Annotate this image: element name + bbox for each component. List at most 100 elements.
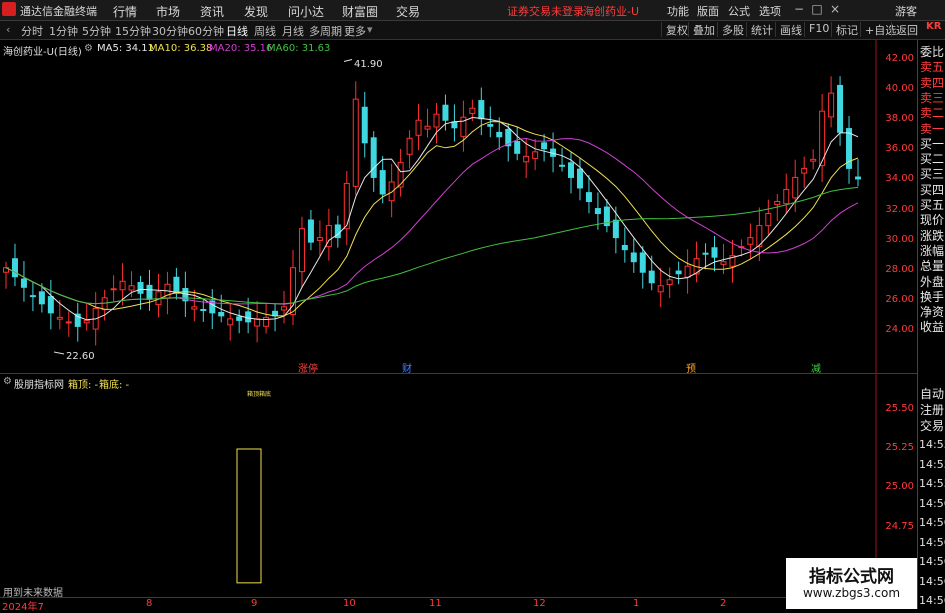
tool-adjust[interactable]: 复权	[661, 22, 688, 37]
candle-body	[810, 158, 817, 162]
tab-period-timeshare[interactable]: 分时	[21, 23, 43, 39]
tab-period-more[interactable]: 更多	[344, 23, 366, 39]
candle-body	[621, 244, 628, 251]
tool-stats[interactable]: 统计	[746, 22, 773, 37]
chart-title: 海创药业-U(日线)	[3, 47, 82, 58]
y-axis-tick: 30.00	[885, 233, 914, 245]
ma10-legend: MA10: 36.38	[149, 43, 213, 54]
candle-body	[469, 107, 476, 114]
dropdown-icon[interactable]: ▾	[367, 23, 373, 36]
tool-multi-stock[interactable]: 多股	[717, 22, 744, 37]
tab-period-monthly[interactable]: 月线	[282, 23, 304, 39]
tab-period-daily[interactable]: 日线	[226, 23, 248, 39]
y-axis-tick: 28.00	[885, 263, 914, 275]
menu-item-trade[interactable]: 交易	[396, 3, 420, 20]
candle-body	[675, 270, 682, 275]
x-axis-label: 9	[251, 598, 258, 609]
minimize-icon[interactable]: −	[792, 2, 806, 16]
toolbar-back-icon[interactable]: ‹	[6, 23, 10, 36]
guest-label[interactable]: 游客	[895, 3, 917, 19]
side-tab[interactable]: 交易	[920, 417, 945, 434]
menu-item-discover[interactable]: 发现	[244, 3, 268, 20]
close-icon[interactable]: ×	[828, 2, 842, 16]
candle-body	[765, 213, 772, 227]
candle-body	[496, 131, 503, 138]
candle-body	[281, 306, 288, 311]
candle-body	[56, 316, 63, 320]
candle-body	[612, 219, 619, 239]
indicator-settings-icon[interactable]: ⚙	[3, 376, 12, 387]
candle-body	[361, 106, 368, 144]
menu-item-formula[interactable]: 公式	[728, 3, 750, 19]
candle-body	[702, 252, 709, 255]
x-axis: 2024年7 8 9 10 11 12 1 2 3	[0, 597, 917, 613]
tab-period-60min[interactable]: 60分钟	[188, 23, 224, 39]
candle-body	[837, 84, 844, 133]
y-axis-tick: 25.50	[885, 402, 914, 414]
price-chart[interactable]	[0, 40, 917, 373]
tab-period-15min[interactable]: 15分钟	[115, 23, 151, 39]
x-axis-label: 8	[146, 598, 153, 609]
tab-period-30min[interactable]: 30分钟	[152, 23, 188, 39]
candle-body	[191, 306, 198, 310]
menu-item-options[interactable]: 选项	[759, 3, 781, 19]
candle-body	[415, 119, 422, 136]
tab-period-1min[interactable]: 1分钟	[49, 23, 78, 39]
tool-overlay[interactable]: 叠加	[688, 22, 715, 37]
main-chart-panel[interactable]: 海创药业-U(日线) ⚙ MA5: 34.11 MA10: 36.38 MA20…	[0, 40, 917, 375]
candle-body	[442, 104, 449, 121]
candle-body	[83, 319, 90, 324]
candle-body	[792, 176, 799, 199]
candle-body	[20, 278, 27, 288]
candle-body	[451, 121, 458, 129]
sub-indicator-panel[interactable]: ⚙ 股朋指标网 箱顶: - 箱底: - 箱顶箱底 用到未来数据 25.50 25.…	[0, 374, 917, 599]
candle-body	[747, 237, 754, 245]
indicator-chart[interactable]	[0, 374, 917, 597]
site-watermark: 指标公式网 www.zbgs3.com	[786, 558, 917, 609]
trade-time: 14:56	[919, 594, 945, 607]
settings-icon[interactable]: ⚙	[84, 43, 93, 54]
menu-bar: 通达信金融终端 行情 市场 资讯 发现 问小达 财富圈 交易 证券交易未登录 海…	[0, 0, 945, 21]
tab-period-5min[interactable]: 5分钟	[82, 23, 111, 39]
menu-item-wealth[interactable]: 财富圈	[342, 3, 378, 20]
y-axis-tick: 40.00	[885, 83, 914, 95]
high-price-label: 41.90	[354, 59, 383, 70]
tool-draw[interactable]: 画线	[775, 22, 802, 37]
x-axis-label: 12	[533, 598, 546, 609]
candle-body	[648, 270, 655, 284]
candle-body	[379, 170, 386, 195]
y-axis-tick: 25.00	[885, 481, 914, 493]
y-axis-tick: 26.00	[885, 293, 914, 305]
candle-body	[684, 265, 691, 278]
candle-body	[666, 279, 673, 286]
menu-item-quotes[interactable]: 行情	[113, 3, 137, 20]
candle-body	[343, 182, 350, 230]
side-tab[interactable]: 自动	[920, 385, 945, 402]
candle-body	[433, 113, 440, 128]
stock-name-title: 海创药业-U	[583, 5, 640, 18]
menu-item-layout[interactable]: 版面	[697, 3, 719, 19]
candle-body	[523, 155, 530, 163]
tool-f10[interactable]: F10	[804, 22, 829, 37]
candle-body	[783, 188, 790, 205]
tool-return[interactable]: 返回	[891, 22, 918, 37]
menu-item-ask[interactable]: 问小达	[288, 3, 324, 20]
tab-period-weekly[interactable]: 周线	[254, 23, 276, 39]
menu-item-function[interactable]: 功能	[667, 3, 689, 19]
tab-period-multi[interactable]: 多周期	[309, 23, 342, 39]
x-axis-label: 11	[429, 598, 442, 609]
candle-body	[307, 219, 314, 243]
panel-tag[interactable]: KR	[918, 21, 945, 39]
candle-body	[65, 321, 72, 324]
candle-body	[711, 247, 718, 258]
login-warning[interactable]: 证券交易未登录	[507, 3, 584, 19]
candle-body	[11, 258, 18, 278]
y-axis-tick: 36.00	[885, 143, 914, 155]
candle-body	[424, 125, 431, 130]
restore-icon[interactable]: □	[810, 2, 824, 16]
menu-item-market[interactable]: 市场	[156, 3, 180, 20]
side-tab[interactable]: 注册	[920, 401, 945, 418]
tool-mark[interactable]: 标记	[831, 22, 858, 37]
menu-item-news[interactable]: 资讯	[200, 3, 224, 20]
candle-body	[657, 285, 664, 293]
